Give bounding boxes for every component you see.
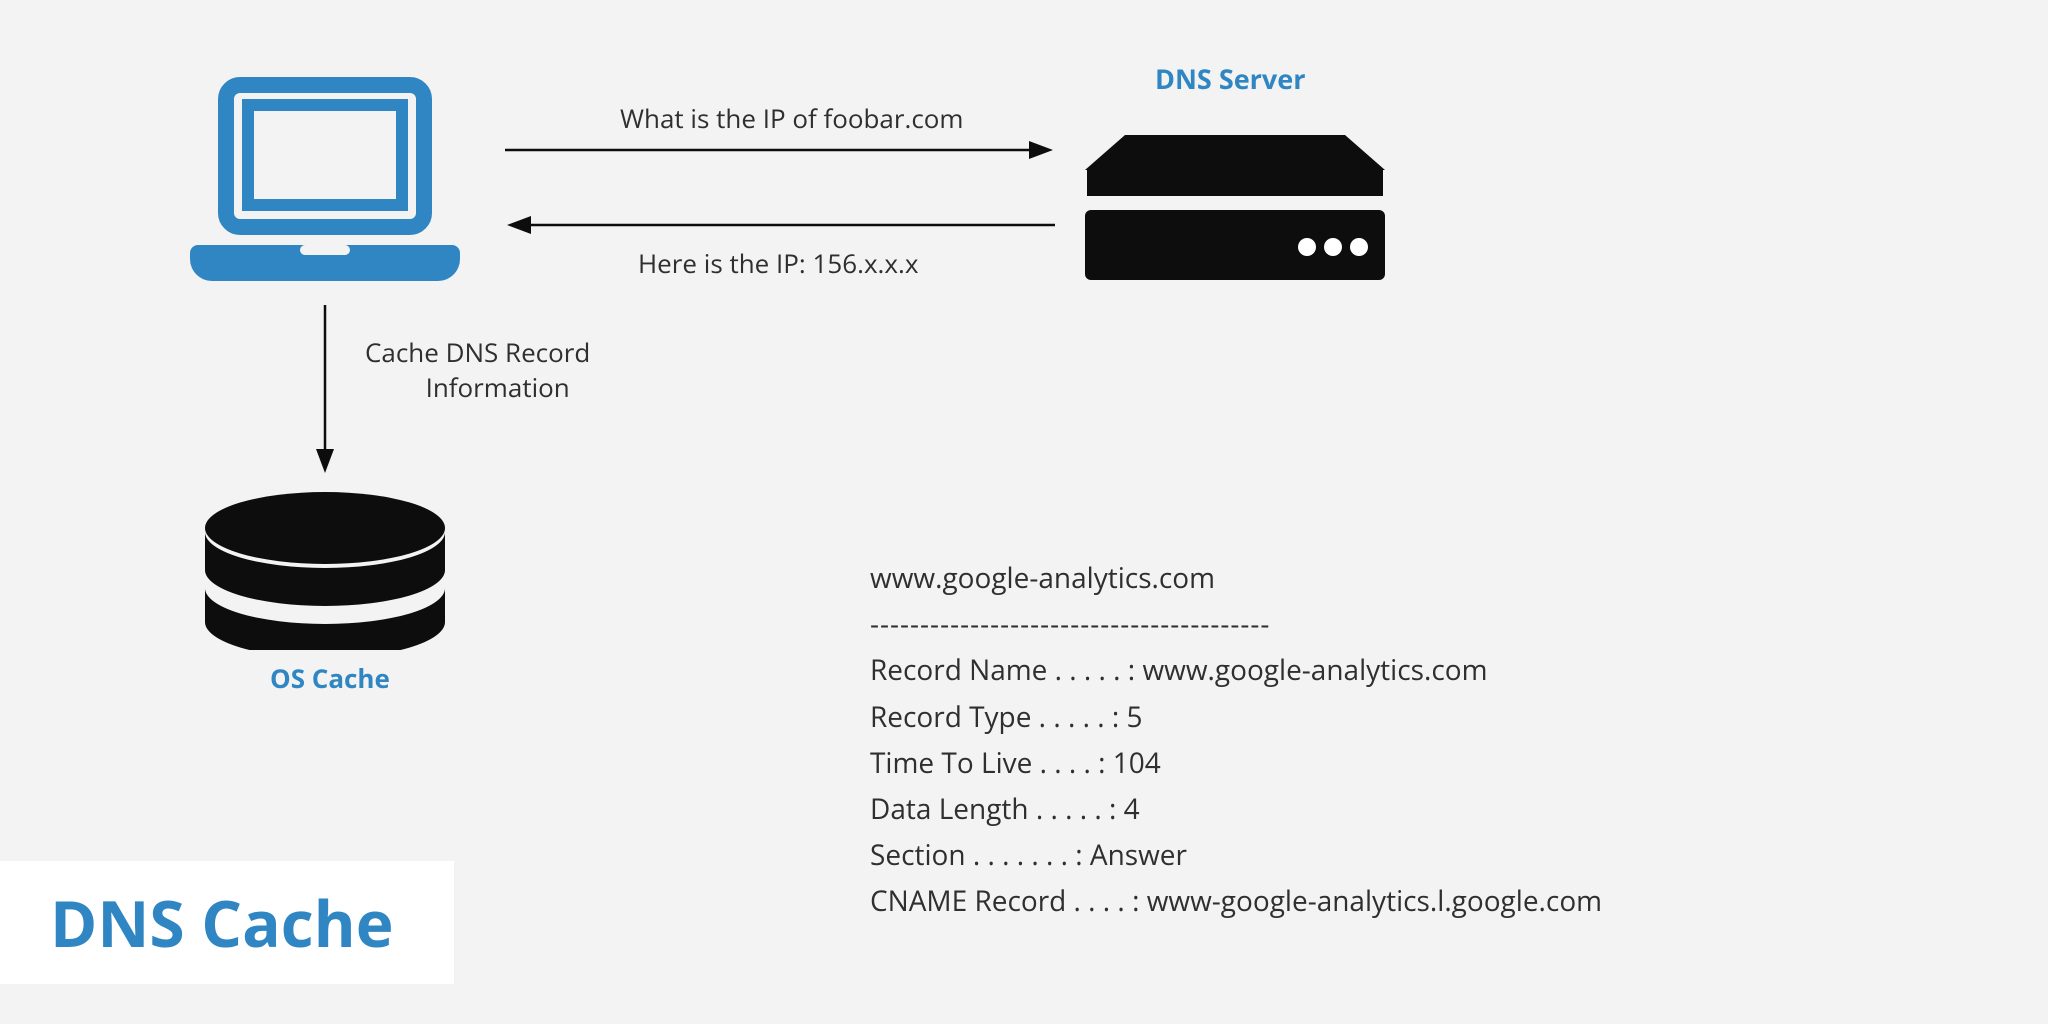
cache-arrow-line1: Cache DNS Record	[365, 335, 590, 370]
os-cache-label: OS Cache	[270, 660, 390, 696]
record-ttl-row: Time To Live . . . . : 104	[870, 740, 1602, 786]
query-label: What is the IP of foobar.com	[620, 100, 964, 136]
record-cname-row: CNAME Record . . . . : www-google-analyt…	[870, 878, 1602, 924]
record-len-row: Data Length . . . . . : 4	[870, 786, 1602, 832]
record-host: www.google-analytics.com	[870, 555, 1602, 601]
response-label: Here is the IP: 156.x.x.x	[638, 245, 918, 281]
record-separator: ----------------------------------------	[870, 601, 1602, 647]
server-icon	[1075, 95, 1395, 295]
cache-arrow-label: Cache DNS Record Information	[365, 335, 590, 405]
dns-record-block: www.google-analytics.com ---------------…	[870, 555, 1602, 925]
arrow-left	[505, 210, 1055, 240]
laptop-icon	[190, 75, 460, 295]
cache-arrow-line2: Information	[405, 370, 590, 405]
record-name-row: Record Name . . . . . : www.google-analy…	[870, 647, 1602, 693]
diagram-title: DNS Cache	[0, 861, 454, 984]
arrow-right	[505, 135, 1055, 165]
dns-server-label: DNS Server	[1155, 60, 1305, 97]
record-section-row: Section . . . . . . . : Answer	[870, 832, 1602, 878]
record-type-row: Record Type . . . . . : 5	[870, 694, 1602, 740]
arrow-down	[310, 305, 340, 475]
disk-icon	[195, 490, 455, 650]
